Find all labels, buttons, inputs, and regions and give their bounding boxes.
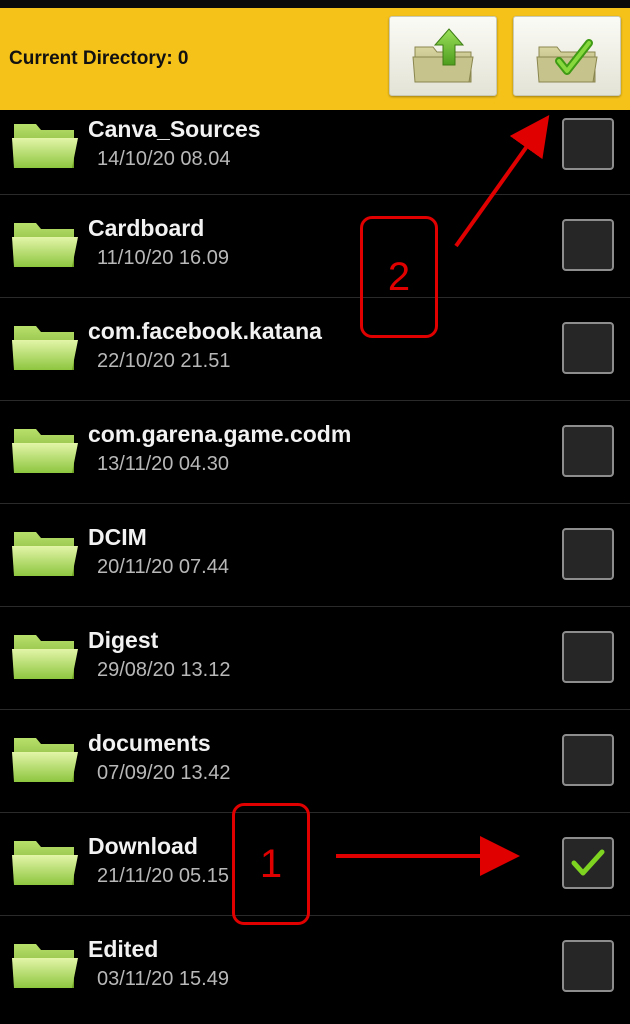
folder-checkbox[interactable]	[562, 219, 614, 271]
folder-checkbox[interactable]	[562, 118, 614, 170]
folder-name: DCIM	[88, 524, 147, 550]
folder-icon	[12, 223, 78, 267]
folder-checkbox[interactable]	[562, 631, 614, 683]
folder-checkbox[interactable]	[562, 425, 614, 477]
checkmark-icon	[571, 849, 605, 876]
folder-date: 07/09/20 13.42	[97, 762, 231, 784]
list-item[interactable]: Digest 29/08/20 13.12	[0, 606, 630, 708]
folder-icon	[12, 944, 78, 988]
folder-date: 13/11/20 04.30	[97, 453, 229, 475]
current-directory-label: Current Directory: 0	[9, 48, 189, 69]
folder-name: Edited	[88, 936, 159, 962]
status-bar-strip	[0, 0, 630, 8]
folder-up-icon	[412, 28, 474, 83]
list-item[interactable]: documents 07/09/20 13.42	[0, 709, 630, 811]
folder-up-button[interactable]	[389, 16, 497, 96]
folder-name: documents	[88, 730, 211, 756]
folder-icon	[12, 532, 78, 576]
folder-date: 21/11/20 05.15	[97, 865, 229, 887]
folder-checkbox-checked[interactable]	[562, 837, 614, 889]
folder-checkbox[interactable]	[562, 940, 614, 992]
folder-name: Download	[88, 833, 198, 859]
list-item[interactable]: DCIM 20/11/20 07.44	[0, 503, 630, 605]
list-item[interactable]: com.facebook.katana 22/10/20 21.51	[0, 297, 630, 399]
select-folder-button[interactable]	[513, 16, 621, 96]
list-item[interactable]: Download 21/11/20 05.15	[0, 812, 630, 914]
folder-date: 22/10/20 21.51	[97, 350, 231, 372]
folder-name: com.facebook.katana	[88, 318, 322, 344]
folder-checkbox[interactable]	[562, 734, 614, 786]
folder-name: Canva_Sources	[88, 116, 261, 142]
folder-checkbox[interactable]	[562, 322, 614, 374]
folder-icon	[12, 124, 78, 168]
folder-date: 11/10/20 16.09	[97, 247, 229, 269]
file-picker-screen: Current Directory: 0 Canva_Sources 14/10…	[0, 0, 630, 1024]
folder-icon	[12, 841, 78, 885]
folder-icon	[12, 738, 78, 782]
list-item[interactable]: Cardboard 11/10/20 16.09	[0, 194, 630, 296]
header-bar: Current Directory: 0	[0, 8, 630, 110]
list-item[interactable]: Edited 03/11/20 15.49	[0, 915, 630, 1017]
folder-icon	[12, 635, 78, 679]
folder-date: 20/11/20 07.44	[97, 556, 229, 578]
folder-checkbox[interactable]	[562, 528, 614, 580]
folder-check-icon	[536, 39, 598, 83]
folder-date: 14/10/20 08.04	[97, 148, 231, 170]
folder-date: 29/08/20 13.12	[97, 659, 231, 681]
list-item[interactable]: Canva_Sources 14/10/20 08.04	[0, 110, 630, 186]
folder-date: 03/11/20 15.49	[97, 968, 229, 990]
list-item[interactable]: com.garena.game.codm 13/11/20 04.30	[0, 400, 630, 502]
folder-name: Digest	[88, 627, 159, 653]
folder-icon	[12, 429, 78, 473]
folder-icon	[12, 326, 78, 370]
folder-name: Cardboard	[88, 215, 205, 241]
folder-name: com.garena.game.codm	[88, 421, 352, 447]
folder-list[interactable]: Canva_Sources 14/10/20 08.04 Cardboard 1…	[0, 110, 630, 1024]
